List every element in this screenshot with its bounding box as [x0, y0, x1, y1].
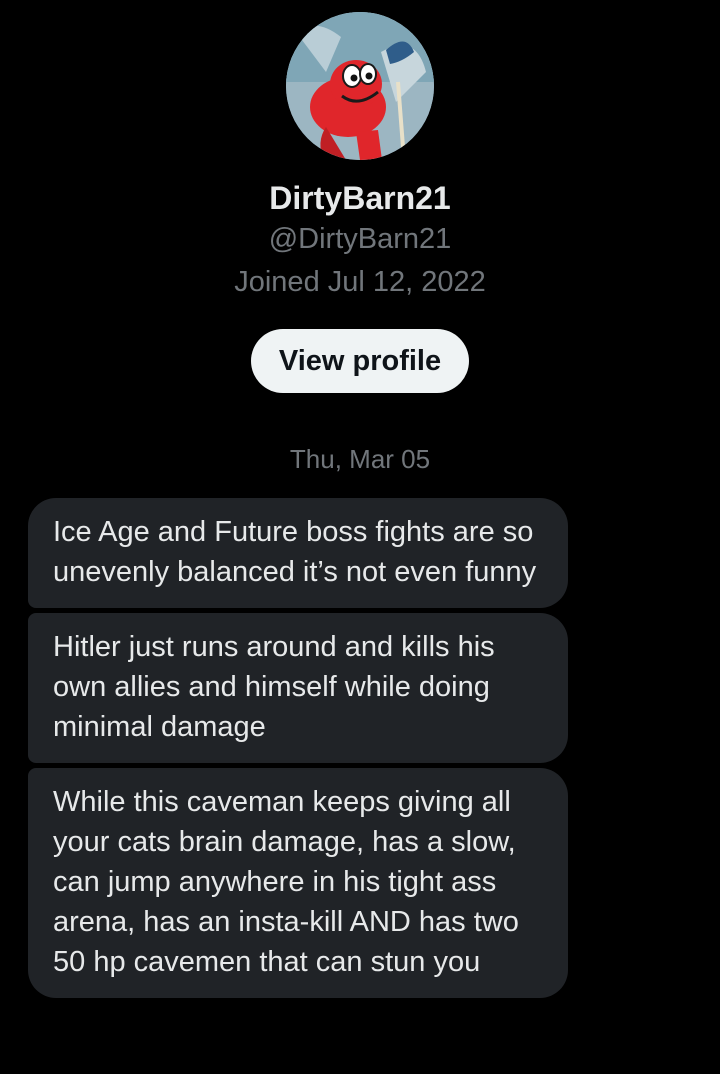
message-list: Ice Age and Future boss fights are so un…	[0, 498, 720, 998]
message-bubble[interactable]: Hitler just runs around and kills his ow…	[28, 613, 568, 763]
profile-header: DirtyBarn21 @DirtyBarn21 Joined Jul 12, …	[0, 0, 720, 393]
display-name: DirtyBarn21	[269, 180, 451, 216]
view-profile-button[interactable]: View profile	[250, 329, 470, 393]
date-separator: Thu, Mar 05	[289, 444, 431, 474]
cartoon-character-avatar-icon	[286, 12, 434, 160]
message-bubble[interactable]: While this caveman keeps giving all your…	[28, 768, 568, 998]
joined-date: Joined Jul 12, 2022	[234, 266, 486, 298]
user-handle: @DirtyBarn21	[268, 223, 452, 255]
avatar[interactable]	[286, 12, 434, 160]
message-bubble[interactable]: Ice Age and Future boss fights are so un…	[28, 498, 568, 608]
